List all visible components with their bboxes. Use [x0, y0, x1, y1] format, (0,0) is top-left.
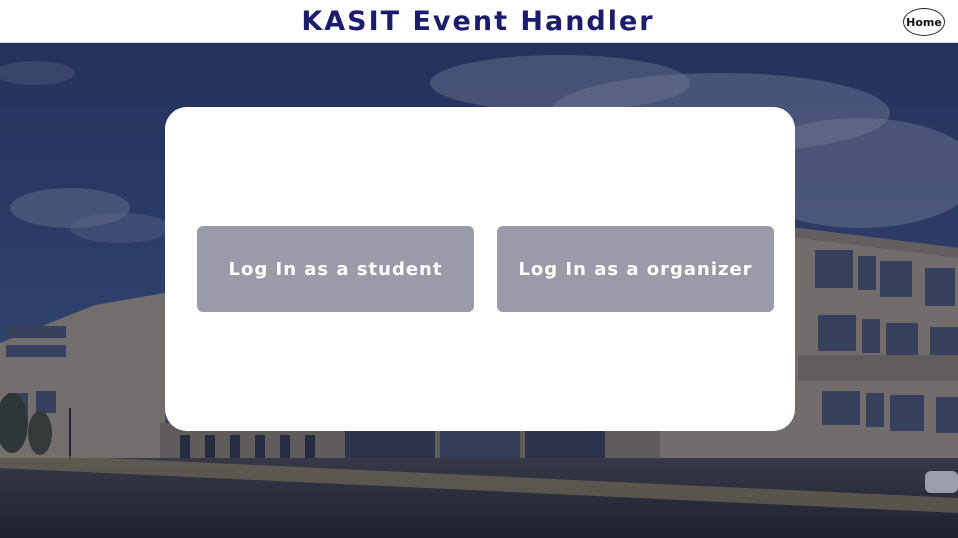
home-button[interactable]: Home: [903, 8, 945, 36]
login-student-button[interactable]: Log In as a student: [197, 226, 474, 312]
page: KASIT Event Handler Home Log In as a stu…: [0, 0, 958, 538]
page-title: KASIT Event Handler: [301, 5, 655, 37]
login-organizer-button[interactable]: Log In as a organizer: [497, 226, 774, 312]
login-card: Log In as a student Log In as a organize…: [165, 107, 795, 431]
header: KASIT Event Handler Home: [0, 0, 958, 43]
